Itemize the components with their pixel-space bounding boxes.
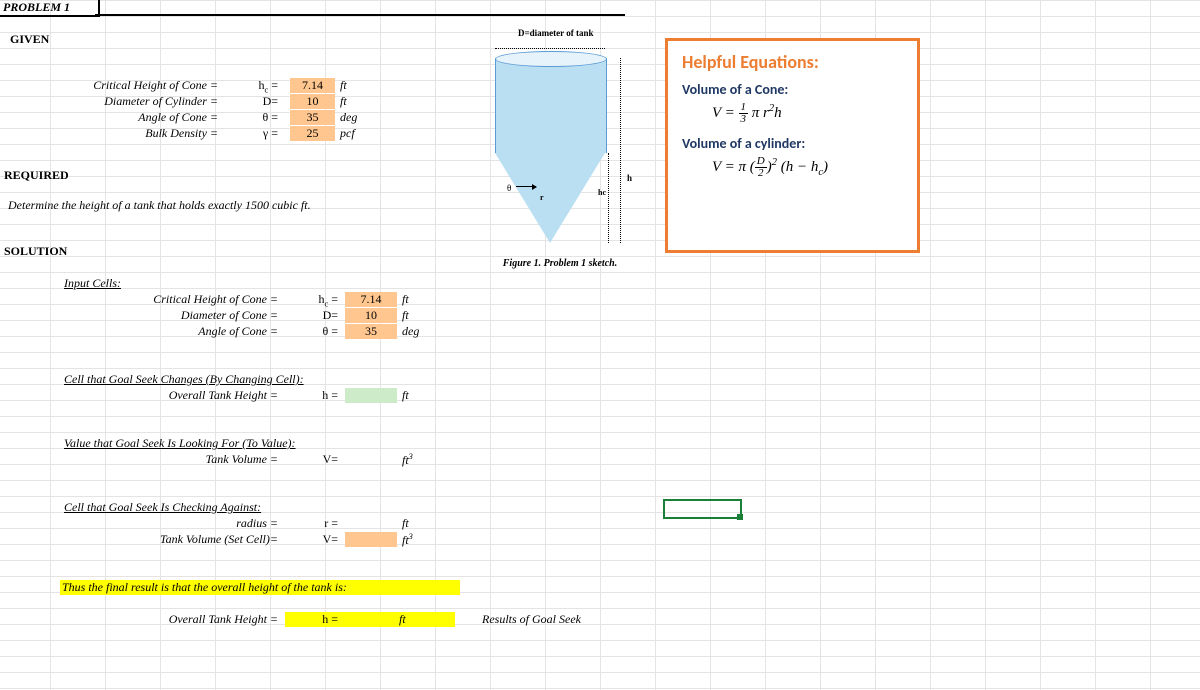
spreadsheet-sheet: PROBLEM 1 GIVEN Critical Height of Cone … [0, 0, 1200, 690]
looking-unit: ft3 [400, 452, 415, 468]
sketch-hc-line [608, 153, 609, 243]
final-sym: h = [285, 612, 340, 627]
given-row-sym: θ = [225, 110, 280, 125]
chk2-value[interactable] [345, 532, 397, 547]
input-cells-header: Input Cells: [62, 276, 123, 291]
sketch-cone [495, 153, 605, 243]
divider [95, 14, 625, 16]
section-given: GIVEN [8, 32, 51, 47]
sol-row-sym: D= [285, 308, 340, 323]
sol-row-value[interactable]: 35 [345, 324, 397, 339]
given-row-value[interactable]: 7.14 [290, 78, 335, 93]
given-row-label: Bulk Density = [20, 126, 220, 141]
sol-row-sym: hc = [285, 292, 340, 308]
chk2-unit: ft3 [400, 532, 415, 548]
section-required: REQUIRED [2, 168, 71, 183]
given-row-unit: deg [338, 110, 359, 125]
tank-sketch: D=diameter of tank h hc θ r Figure 1. Pr… [480, 23, 640, 283]
eq-cone-header: Volume of a Cone: [682, 81, 903, 98]
given-row-label: Angle of Cone = [20, 110, 220, 125]
given-row-label: Diameter of Cylinder = [20, 94, 220, 109]
sol-row-value[interactable]: 10 [345, 308, 397, 323]
eq-cyl-header: Volume of a cylinder: [682, 135, 903, 152]
chk1-label: radius = [60, 516, 280, 531]
checking-header: Cell that Goal Seek Is Checking Against: [62, 500, 263, 515]
sketch-caption: Figure 1. Problem 1 sketch. [480, 258, 640, 269]
given-row-sym: hc = [225, 78, 280, 94]
chk1-sym: r = [285, 516, 340, 531]
sol-row-label: Angle of Cone = [60, 324, 280, 339]
sol-row-unit: ft [400, 292, 411, 307]
chk2-sym: V= [285, 532, 340, 547]
changing-sym: h = [285, 388, 340, 403]
given-row-unit: ft [338, 78, 349, 93]
equations-box: Helpful Equations: Volume of a Cone: V =… [665, 38, 920, 253]
chk1-value[interactable] [345, 516, 397, 531]
looking-label: Tank Volume = [60, 452, 280, 467]
changing-unit: ft [400, 388, 411, 403]
sketch-h-label: h [627, 173, 632, 183]
eq-cyl-formula: V = π (D2)2 (h − hc) [682, 156, 903, 179]
sol-row-sym: θ = [285, 324, 340, 339]
eq-title: Helpful Equations: [682, 51, 903, 73]
sketch-r-label: r [540, 193, 544, 202]
sketch-theta-arrow [516, 186, 536, 187]
given-row-sym: D= [225, 94, 280, 109]
sol-row-label: Critical Height of Cone = [60, 292, 280, 307]
chk2-label: Tank Volume (Set Cell)= [60, 532, 280, 547]
given-row-label: Critical Height of Cone = [20, 78, 220, 93]
final-label: Overall Tank Height = [60, 612, 280, 627]
sketch-top-ellipse [495, 51, 607, 67]
given-row-unit: pcf [338, 126, 357, 141]
given-row-value[interactable]: 25 [290, 126, 335, 141]
sol-row-unit: ft [400, 308, 411, 323]
final-unit: ft [397, 612, 455, 627]
section-solution: SOLUTION [2, 244, 69, 259]
sketch-d-line [495, 48, 605, 49]
looking-value[interactable] [345, 452, 397, 467]
required-text: Determine the height of a tank that hold… [6, 198, 313, 213]
sol-row-value[interactable]: 7.14 [345, 292, 397, 307]
sketch-d-label: D=diameter of tank [518, 28, 593, 38]
changing-cell-header: Cell that Goal Seek Changes (By Changing… [62, 372, 306, 387]
sketch-cylinder [495, 58, 607, 153]
sketch-theta-label: θ [507, 183, 511, 193]
chk1-unit: ft [400, 516, 411, 531]
looking-for-header: Value that Goal Seek Is Looking For (To … [62, 436, 298, 451]
changing-value[interactable] [345, 388, 397, 403]
sol-row-label: Diameter of Cone = [60, 308, 280, 323]
given-row-unit: ft [338, 94, 349, 109]
final-note: Results of Goal Seek [480, 612, 583, 627]
looking-sym: V= [285, 452, 340, 467]
eq-cone-formula: V = 13 π r2h [682, 102, 903, 125]
sol-row-unit: deg [400, 324, 421, 339]
sketch-hc-label: hc [598, 188, 606, 197]
given-row-sym: γ = [225, 126, 280, 141]
given-row-value[interactable]: 10 [290, 94, 335, 109]
sketch-h-line [620, 58, 621, 243]
final-value[interactable] [340, 612, 397, 627]
problem-title: PROBLEM 1 [0, 0, 100, 17]
given-row-value[interactable]: 35 [290, 110, 335, 125]
changing-label: Overall Tank Height = [60, 388, 280, 403]
final-result-header: Thus the final result is that the overal… [60, 580, 460, 595]
active-cell-cursor[interactable] [663, 499, 742, 519]
